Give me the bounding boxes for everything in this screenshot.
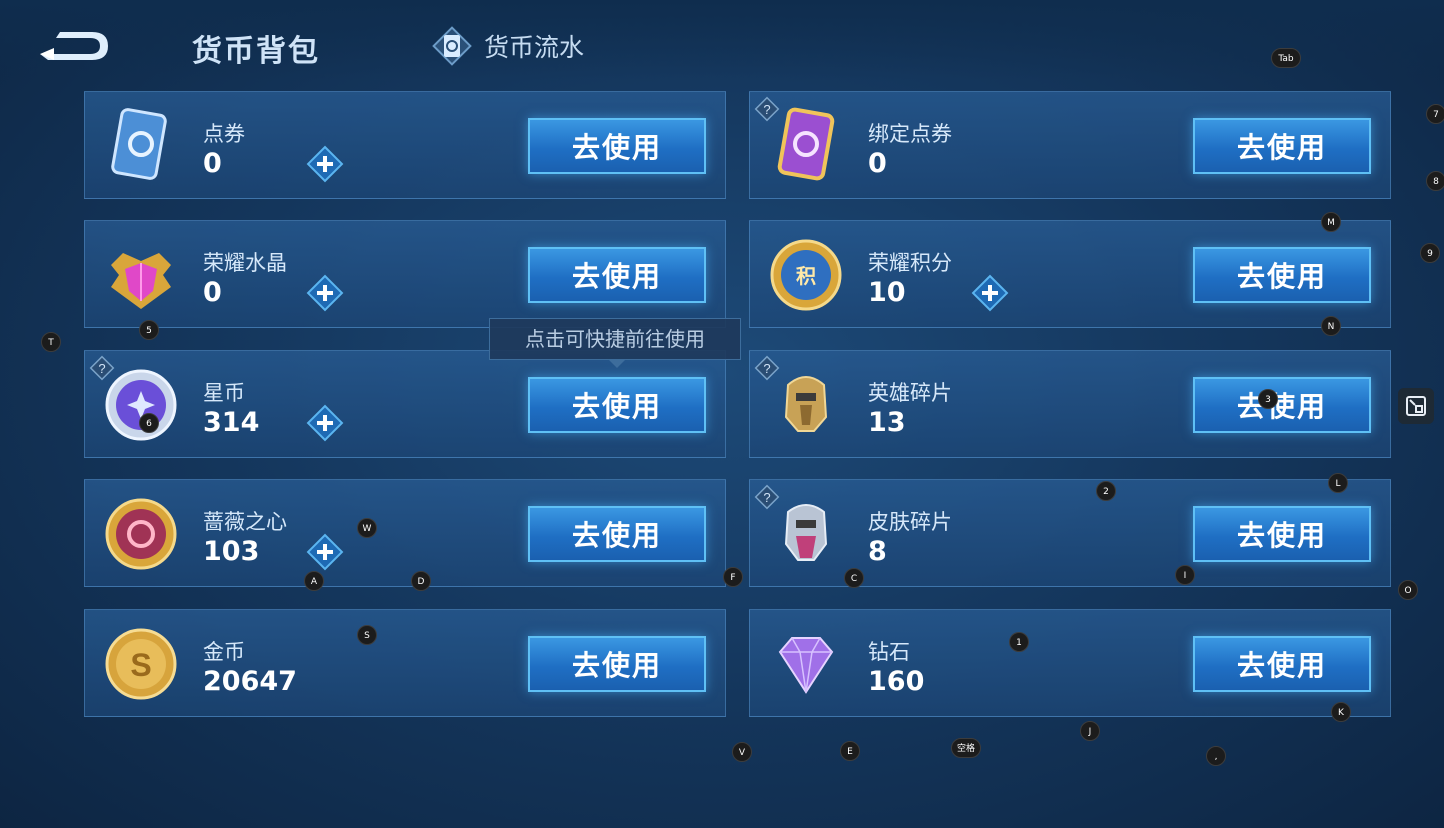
key-hint: A [304,571,324,591]
currency-amount: 0 [203,148,222,179]
currency-name: 荣耀水晶 [203,251,287,275]
currency-name: 金币 [203,640,245,664]
key-hint: V [732,742,752,762]
add-icon[interactable] [305,403,345,443]
use-button[interactable]: 去使用 [528,247,706,303]
currency-name: 英雄碎片 [868,381,952,405]
currency-name: 钻石 [868,640,910,664]
tab-currency-flow[interactable]: 货币流水 [432,26,584,66]
currency-card-hero-shard: ? 英雄碎片 13 去使用 [749,350,1391,458]
key-hint: M [1321,212,1341,232]
key-hint: J [1080,721,1100,741]
screen-toggle-icon[interactable] [1398,388,1434,424]
key-hint: L [1328,473,1348,493]
gold-coin-icon: S [105,628,177,700]
key-hint: , [1206,746,1226,766]
add-icon[interactable] [305,532,345,572]
key-hint: Tab [1271,48,1301,68]
currency-card-diamond: 钻石 160 去使用 [749,609,1391,717]
key-hint: E [840,741,860,761]
currency-card-glory-crystal: 荣耀水晶 0 去使用 [84,220,726,328]
add-icon[interactable] [305,273,345,313]
key-hint: 空格 [951,738,981,758]
currency-amount: 20647 [203,666,297,697]
svg-text:积: 积 [796,265,816,288]
bound-coupon-icon [777,107,835,181]
currency-card-coupon: 点券 0 去使用 [84,91,726,199]
use-button[interactable]: 去使用 [528,118,706,174]
currency-name: 皮肤碎片 [868,510,952,534]
glory-crystal-icon [111,253,171,309]
currency-card-gold-coin: S 金币 20647 去使用 [84,609,726,717]
currency-card-star-coin: ? 星币 314 去使用 [84,350,726,458]
diamond-icon [778,637,834,694]
currency-amount: 160 [868,666,925,697]
skin-shard-icon [784,504,828,561]
currency-amount: 314 [203,407,260,438]
back-arrow-icon[interactable] [34,24,114,68]
currency-amount: 10 [868,277,906,308]
use-button[interactable]: 去使用 [528,506,706,562]
key-hint: D [411,571,431,591]
key-hint: K [1331,702,1351,722]
currency-card-rose-heart: 蔷薇之心 103 去使用 [84,479,726,587]
currency-amount: 0 [868,148,887,179]
currency-name: 蔷薇之心 [203,510,287,534]
use-button[interactable]: 去使用 [528,377,706,433]
key-hint: T [41,332,61,352]
svg-text:S: S [130,647,151,683]
currency-amount: 13 [868,407,906,438]
rose-heart-icon [105,498,177,570]
currency-amount: 8 [868,536,887,567]
key-hint: 7 [1426,104,1444,124]
key-hint: 1 [1009,632,1029,652]
currency-amount: 103 [203,536,260,567]
tab-currency-flow-label: 货币流水 [484,33,585,62]
currency-card-glory-points: 积 荣耀积分 10 去使用 [749,220,1391,328]
glory-points-icon: 积 [770,239,842,311]
key-hint: 2 [1096,481,1116,501]
coupon-icon [111,108,167,180]
star-coin-icon [105,369,177,441]
hero-shard-icon [784,376,828,432]
currency-name: 绑定点券 [868,122,952,146]
use-button[interactable]: 去使用 [1193,247,1371,303]
key-hint: C [844,568,864,588]
key-hint: F [723,567,743,587]
tooltip: 点击可快捷前往使用 [489,318,741,368]
key-hint: 9 [1420,243,1440,263]
currency-name: 星币 [203,381,245,405]
currency-flow-icon [432,26,472,66]
key-hint: I [1175,565,1195,585]
currency-amount: 0 [203,277,222,308]
key-hint: O [1398,580,1418,600]
key-hint: 3 [1258,389,1278,409]
currency-name: 点券 [203,122,245,146]
key-hint: 6 [139,413,159,433]
key-hint: 5 [139,320,159,340]
currency-name: 荣耀积分 [868,251,952,275]
key-hint: 8 [1426,171,1444,191]
key-hint: S [357,625,377,645]
page-title: 货币背包 [192,34,320,69]
use-button[interactable]: 去使用 [1193,377,1371,433]
key-hint: N [1321,316,1341,336]
add-icon[interactable] [305,144,345,184]
add-icon[interactable] [970,273,1010,313]
key-hint: W [357,518,377,538]
use-button[interactable]: 去使用 [528,636,706,692]
use-button[interactable]: 去使用 [1193,506,1371,562]
use-button[interactable]: 去使用 [1193,636,1371,692]
currency-card-bound-coupon: ? 绑定点券 0 去使用 [749,91,1391,199]
use-button[interactable]: 去使用 [1193,118,1371,174]
